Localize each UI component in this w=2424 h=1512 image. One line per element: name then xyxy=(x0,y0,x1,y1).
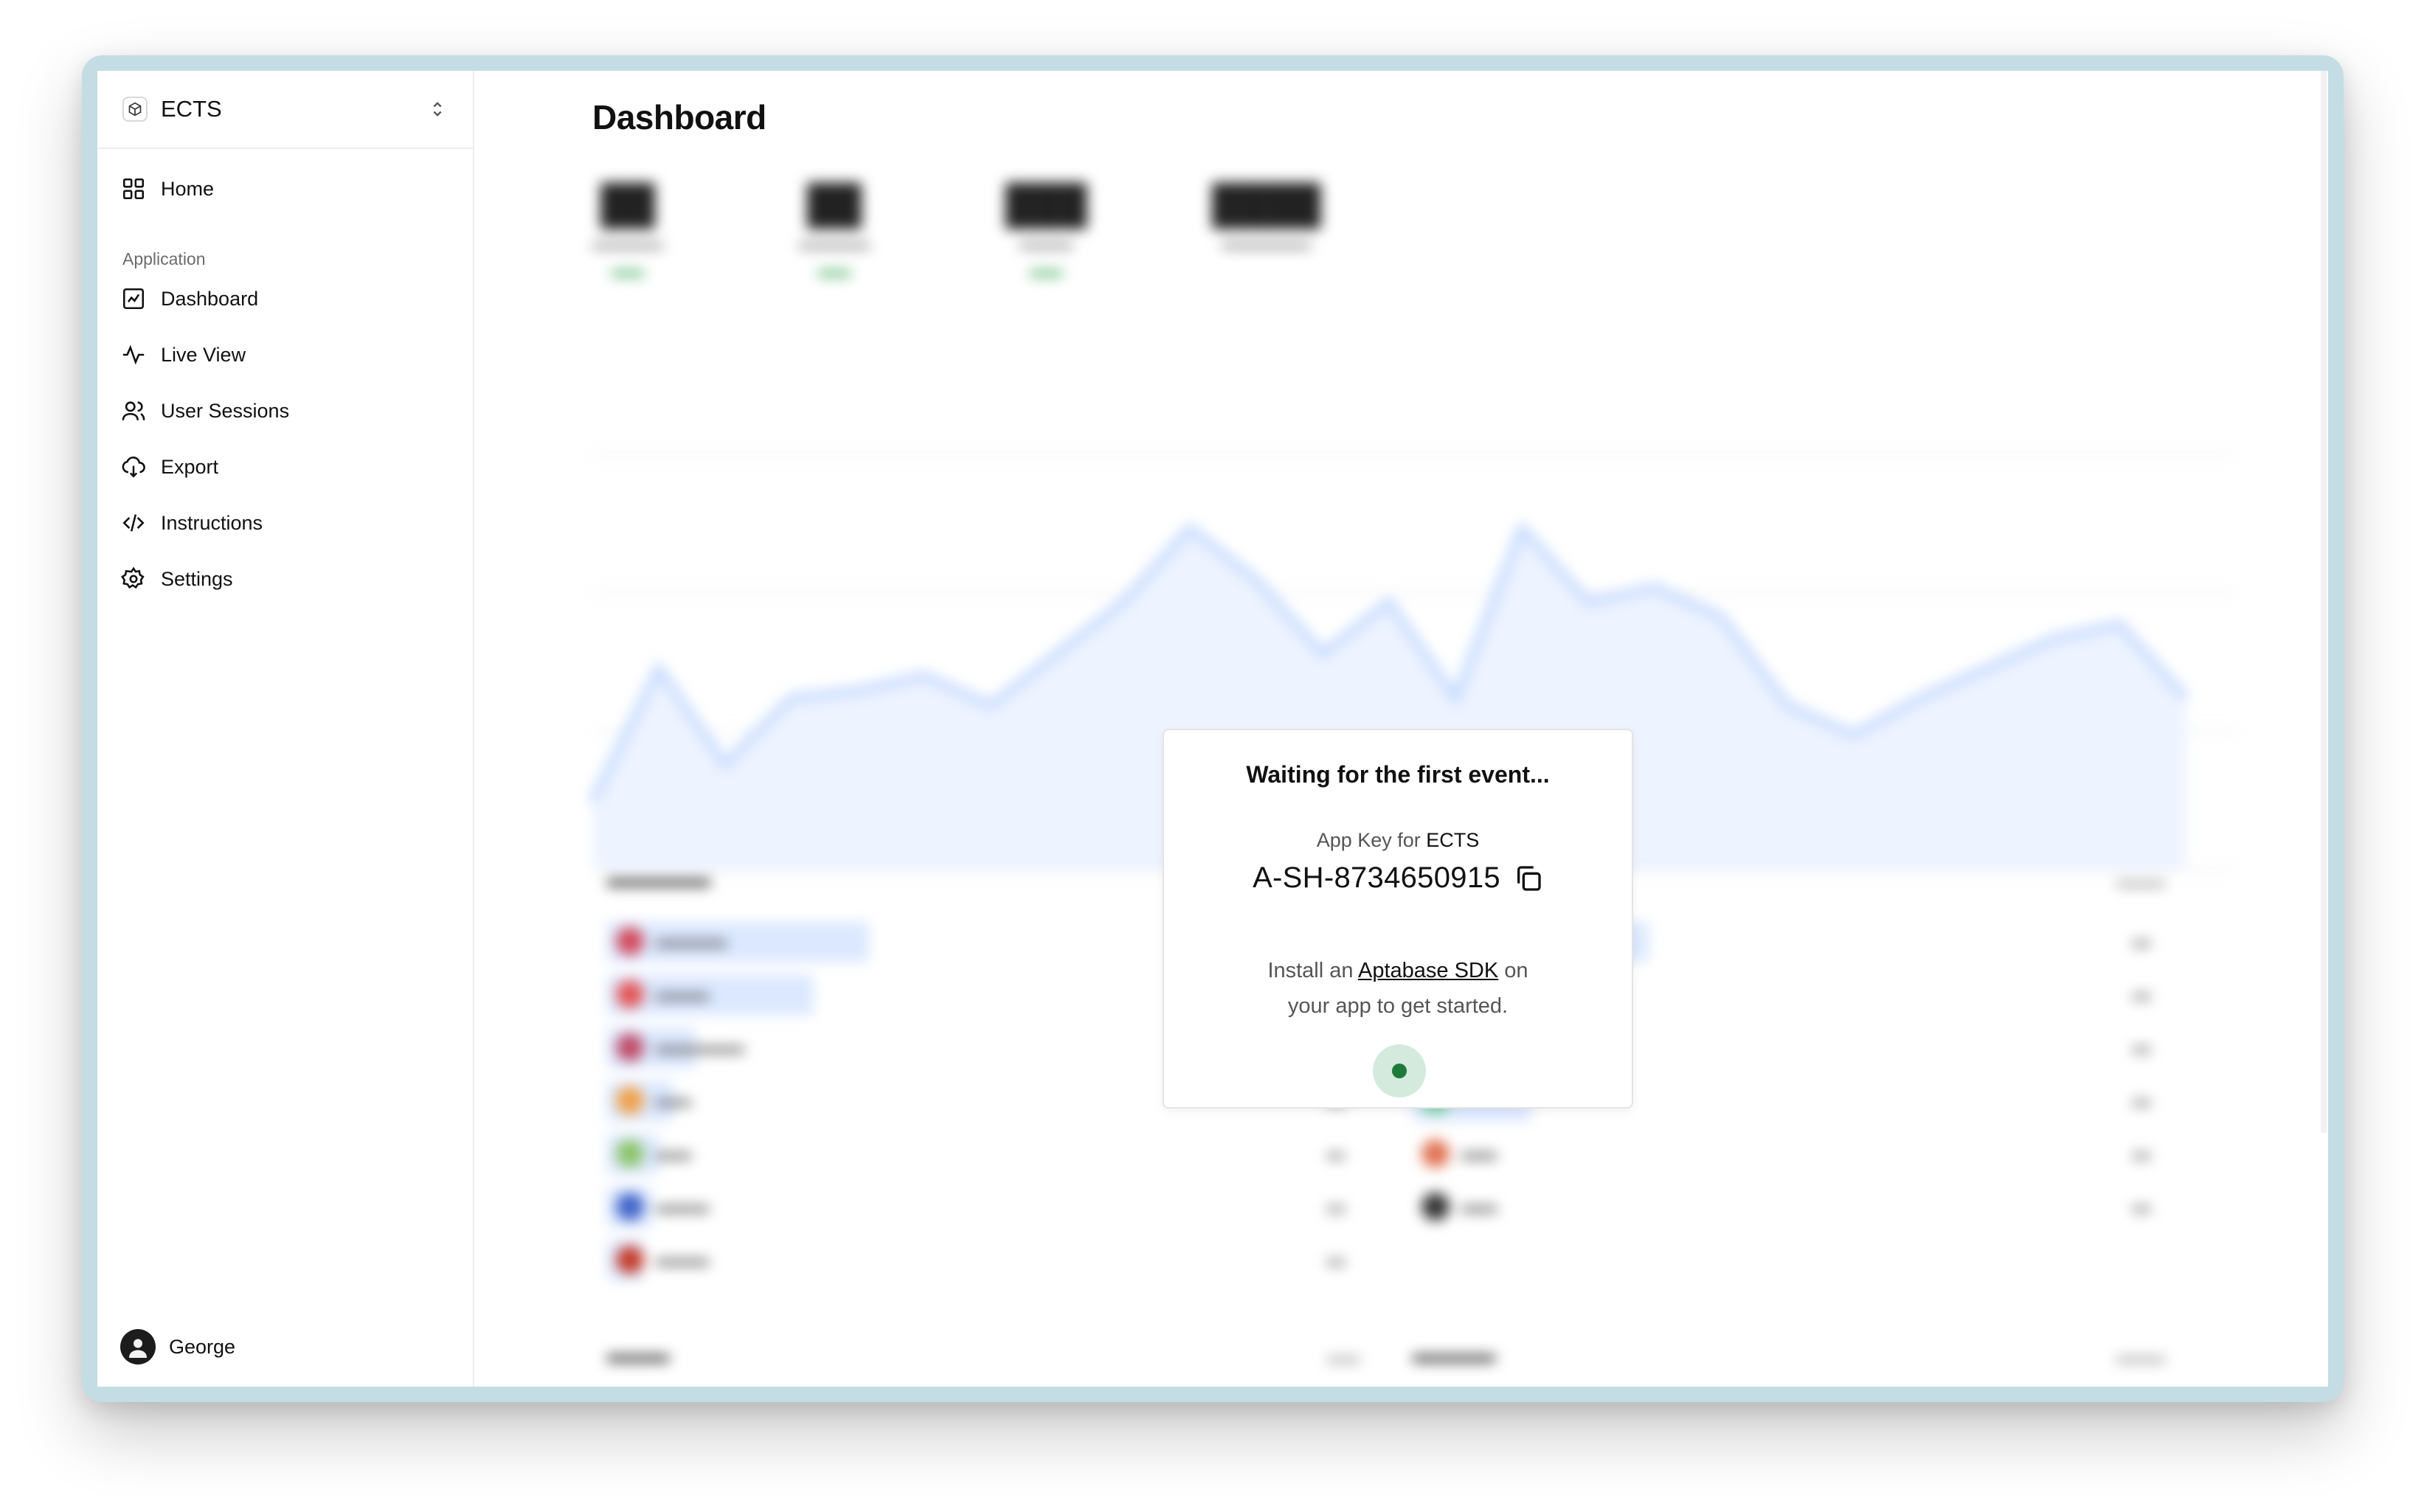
sidebar-nav: Home Application Dashboard Live View Use… xyxy=(97,161,473,607)
code-icon xyxy=(122,514,145,532)
app-cube-icon xyxy=(122,97,148,122)
copy-icon[interactable] xyxy=(1514,864,1543,893)
sidebar: ECTS Home Application Dashboard Live Vie… xyxy=(97,71,474,1387)
install-line2: your app to get started. xyxy=(1287,994,1509,1018)
app-key-row: A-SH-8734650915 xyxy=(1164,861,1632,895)
grid-icon xyxy=(122,178,145,200)
page-title: Dashboard xyxy=(592,98,766,136)
user-name: George xyxy=(169,1335,236,1358)
app-key-label-prefix: App Key for xyxy=(1316,829,1421,851)
screenshot-canvas: ECTS Home Application Dashboard Live Vie… xyxy=(0,0,2424,1512)
waiting-event-modal: Waiting for the first event... App Key f… xyxy=(1163,729,1633,1109)
stat-card: ██ ▬▬▬▬ ▬▬ xyxy=(592,184,663,280)
sidebar-item-home[interactable]: Home xyxy=(121,161,449,217)
sidebar-item-label: Dashboard xyxy=(161,287,259,310)
avatar xyxy=(120,1329,156,1364)
activity-icon xyxy=(122,344,145,365)
cloud-download-icon xyxy=(122,457,145,478)
stat-card: ████ ▬▬▬▬▬ xyxy=(1212,184,1321,253)
install-prefix: Install an xyxy=(1267,959,1354,982)
sidebar-item-settings[interactable]: Settings xyxy=(121,551,449,607)
app-name: ECTS xyxy=(161,96,222,122)
app-versions-panel: ▬▬▬▬ ▬▬▬ xyxy=(1413,1343,2165,1366)
user-menu[interactable]: George xyxy=(120,1329,235,1364)
app-key-label-app: ECTS xyxy=(1426,829,1480,851)
stat-card: ███ ▬▬▬ ▬▬ xyxy=(1005,184,1087,280)
sidebar-item-label: Export xyxy=(161,455,219,478)
chevron-up-down-icon xyxy=(433,102,442,117)
sidebar-item-export[interactable]: Export xyxy=(121,439,449,495)
install-instructions: Install an Aptabase SDK on your app to g… xyxy=(1164,953,1632,1024)
users-icon xyxy=(122,401,145,420)
sidebar-item-label: User Sessions xyxy=(161,399,290,422)
sidebar-item-live-view[interactable]: Live View xyxy=(121,327,449,383)
aptabase-sdk-link[interactable]: Aptabase SDK xyxy=(1358,959,1498,982)
sidebar-item-dashboard[interactable]: Dashboard xyxy=(121,271,449,327)
app-key-value[interactable]: A-SH-8734650915 xyxy=(1253,861,1500,895)
sidebar-item-label: Instructions xyxy=(161,511,263,534)
app-switcher[interactable]: ECTS xyxy=(97,71,473,149)
gear-icon xyxy=(121,566,145,589)
sidebar-item-label: Live View xyxy=(161,343,246,366)
scrollbar[interactable] xyxy=(2321,71,2327,1133)
sidebar-item-label: Settings xyxy=(161,567,233,590)
sidebar-item-label: Home xyxy=(161,177,215,200)
app-key-label: App Key for ECTS xyxy=(1164,829,1632,852)
status-dot xyxy=(1392,1064,1407,1078)
events-panel: ▬▬▬ ▬▬ xyxy=(607,1343,1360,1366)
sidebar-item-user-sessions[interactable]: User Sessions xyxy=(121,383,449,439)
section-label-application: Application xyxy=(122,249,206,268)
sidebar-item-instructions[interactable]: Instructions xyxy=(121,495,449,551)
install-suffix: on xyxy=(1504,959,1528,982)
app-window: ECTS Home Application Dashboard Live Vie… xyxy=(97,71,2328,1387)
status-indicator xyxy=(1373,1044,1426,1097)
chart-icon xyxy=(122,288,145,310)
modal-title: Waiting for the first event... xyxy=(1246,761,1550,788)
stat-card: ██ ▬▬▬▬ ▬▬ xyxy=(799,184,870,280)
